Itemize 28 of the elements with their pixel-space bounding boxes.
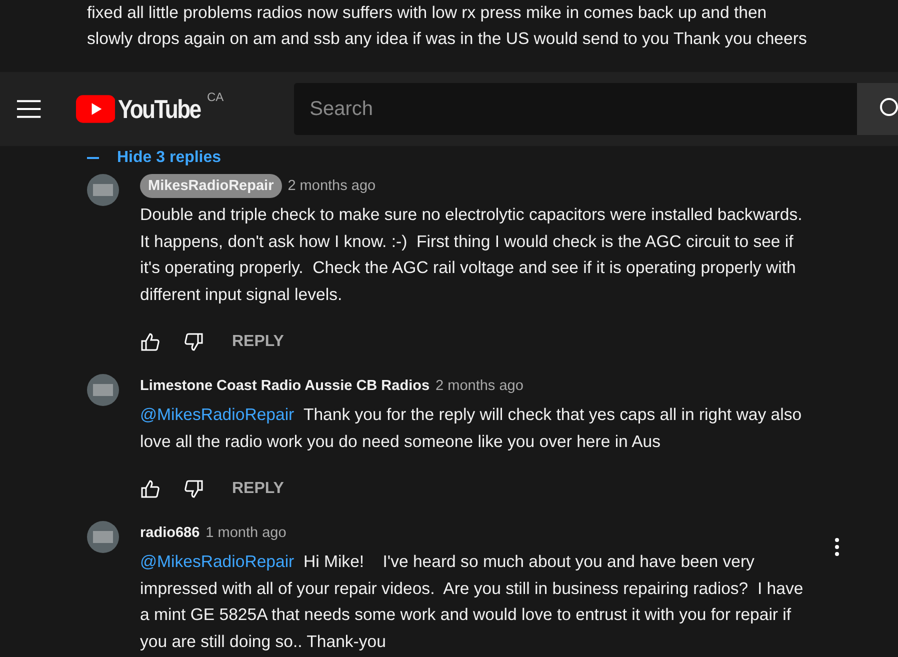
avatar-icon[interactable] (87, 521, 119, 553)
thumbs-down-icon[interactable] (184, 332, 204, 352)
reply-button[interactable]: REPLY (228, 476, 288, 502)
author-name[interactable]: radio686 (140, 525, 200, 541)
author-name[interactable]: Limestone Coast Radio Aussie CB Radios (140, 378, 430, 394)
mention-link[interactable]: @MikesRadioRepair (140, 552, 294, 571)
comment-time[interactable]: 2 months ago (436, 378, 524, 394)
logo-text[interactable]: YouTube (118, 94, 200, 124)
thumbs-up-icon[interactable] (140, 479, 160, 499)
menu-icon[interactable] (16, 99, 42, 119)
comment-time[interactable]: 2 months ago (288, 178, 376, 194)
country-code: CA (207, 90, 224, 104)
comment-text: @MikesRadioRepair Thank you for the reply will check that yes caps all in right way also love all the radio work you do need someone like you over here in Aus (140, 404, 803, 452)
hide-replies-link[interactable]: Hide 3 replies (87, 148, 898, 168)
avatar-icon[interactable] (87, 374, 119, 406)
play-logo-icon[interactable] (76, 95, 116, 123)
thumbs-down-icon[interactable] (184, 479, 204, 499)
mention-link[interactable]: @MikesRadioRepair (140, 405, 294, 424)
thumbs-up-icon[interactable] (140, 332, 160, 352)
search-field[interactable]: Search (294, 83, 857, 135)
search-button[interactable] (856, 83, 898, 135)
comment-text: @MikesRadioRepair Hi Mike! I've heard so much about you and have been very impressed with all of your repair videos. Are you still in business repairing radios? I have a mint GE 5825A that needs some work and would love to entrust it with you for repair if you are still doing so.. Thank-you (140, 551, 804, 652)
reply-button[interactable]: REPLY (228, 329, 288, 355)
comment-time[interactable]: 1 month ago (206, 525, 286, 541)
comment-text: fixed all little problems radios now suffers with low rx press mike in comes back up and then slowly drops again on am and ssb any idea if was in the US would send to you Thank you cheers (86, 2, 808, 50)
comment-text: Double and triple check to make sure no electrolytic capacitors were installed backwards. It happens, don't ask how I know. :-) First thing I would check is the AGC circuit to see if it's operating properly. Check the AGC rail voltage and see if it is operating properly with different input signal levels. (140, 204, 804, 306)
avatar-icon[interactable] (87, 174, 119, 206)
more-options-icon[interactable] (834, 537, 840, 557)
